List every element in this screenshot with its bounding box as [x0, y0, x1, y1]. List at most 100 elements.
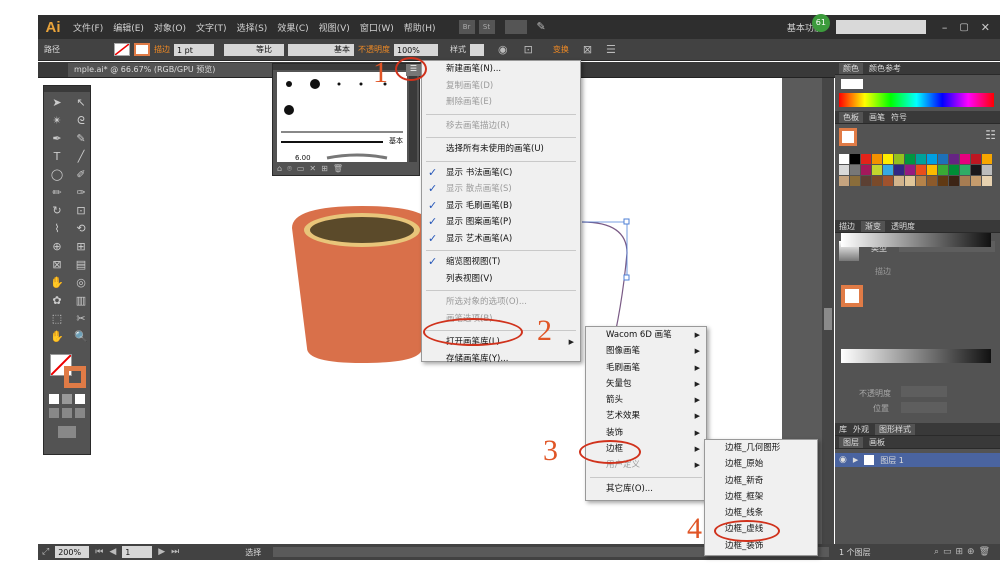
type-tool-icon[interactable]: T [48, 149, 66, 165]
flyout-menu-item[interactable]: 列表视图(V) [422, 271, 580, 288]
curvature-tool-icon[interactable]: ✎ [72, 131, 90, 147]
library-menu-item[interactable]: 图像画笔 ▶ [586, 343, 706, 359]
menu-item[interactable]: 帮助(H) [399, 21, 441, 34]
flyout-menu-item[interactable]: 新建画笔(N)... [422, 61, 580, 78]
color-swatch[interactable] [894, 176, 904, 186]
tab-color-guide[interactable]: 颜色参考 [869, 63, 901, 74]
blob-brush-tool-icon[interactable]: ✑ [72, 185, 90, 201]
color-swatch[interactable] [982, 176, 992, 186]
brush-definition-select[interactable]: 基本 [288, 43, 354, 56]
border-menu-item[interactable]: 边框_线条 [705, 505, 817, 521]
library-menu-item[interactable]: 箭头 ▶ [586, 392, 706, 408]
color-swatch[interactable] [905, 176, 915, 186]
artboard-number-input[interactable]: 1 [122, 546, 153, 558]
flyout-menu-item[interactable]: ✓ 缩览图视图(T) [422, 254, 580, 271]
border-menu-item[interactable]: 边框_原始 [705, 456, 817, 472]
recolor-icon[interactable]: ◉ [498, 43, 508, 56]
color-swatch[interactable] [916, 176, 926, 186]
color-swatch[interactable] [938, 176, 948, 186]
brush-panel-footer-icons[interactable]: ⌂⌾▭✕⊞🗑 [277, 164, 348, 174]
maximize-icon[interactable]: ▢ [959, 22, 968, 33]
width-tool-icon[interactable]: ⌇ [48, 221, 66, 237]
pen-tool-icon[interactable]: ✒ [48, 131, 66, 147]
bridge-button[interactable]: Br [458, 20, 475, 34]
color-swatch[interactable] [872, 154, 882, 164]
color-swatch[interactable] [960, 165, 970, 175]
menu-item[interactable]: 文件(F) [68, 21, 108, 34]
color-swatch[interactable] [850, 176, 860, 186]
color-swatch[interactable] [960, 154, 970, 164]
color-swatch[interactable] [982, 165, 992, 175]
library-menu-item[interactable]: 装饰 ▶ [586, 425, 706, 441]
color-swatch[interactable] [982, 154, 992, 164]
color-swatch[interactable] [861, 176, 871, 186]
direct-selection-tool-icon[interactable]: ↖ [72, 95, 90, 111]
scale-tool-icon[interactable]: ⊡ [72, 203, 90, 219]
panel-menu-icon[interactable]: ☰ [606, 43, 616, 56]
eye-icon[interactable]: ◉ [839, 455, 847, 465]
tab-gradient[interactable]: 渐变 [861, 220, 885, 232]
stroke-label[interactable]: 描边 [154, 44, 170, 55]
none-mode-button[interactable] [75, 394, 85, 404]
rotate-tool-icon[interactable]: ↻ [48, 203, 66, 219]
tab-brushes[interactable]: 画笔 [869, 112, 885, 123]
perspective-grid-tool-icon[interactable]: ⊞ [72, 239, 90, 255]
color-swatch[interactable] [894, 154, 904, 164]
paintbrush-tool-icon[interactable]: ✐ [72, 167, 90, 183]
color-spectrum[interactable] [839, 93, 994, 107]
current-tool-status[interactable]: 选择 [245, 547, 261, 558]
isolate-icon[interactable]: ⊠ [583, 43, 592, 56]
menu-item[interactable]: 视图(V) [314, 21, 355, 34]
eyedropper-tool-icon[interactable]: ✋ [48, 275, 66, 291]
selection-tool-icon[interactable]: ➤ [48, 95, 66, 111]
menu-item[interactable]: 对象(O) [149, 21, 191, 34]
stock-button[interactable]: St [478, 20, 495, 34]
arrange-documents-button[interactable] [504, 20, 527, 34]
graphic-style-select[interactable] [470, 43, 484, 56]
document-tab[interactable]: mple.ai* @ 66.67% (RGB/GPU 预览) [68, 63, 298, 77]
color-mode-button[interactable] [49, 394, 59, 404]
zoom-level-input[interactable]: 200% [55, 546, 90, 558]
first-artboard-icon[interactable]: ⏮ [95, 547, 103, 557]
color-swatch[interactable] [971, 176, 981, 186]
ellipse-tool-icon[interactable]: ◯ [48, 167, 66, 183]
opacity-label[interactable]: 不透明度 [358, 44, 390, 55]
color-swatch[interactable] [861, 165, 871, 175]
tab-layers[interactable]: 图层 [839, 436, 863, 448]
color-swatch[interactable] [916, 165, 926, 175]
prev-artboard-icon[interactable]: ◀ [109, 547, 116, 557]
color-swatch[interactable] [872, 165, 882, 175]
color-swatch[interactable] [949, 176, 959, 186]
color-swatch[interactable] [905, 154, 915, 164]
brush-list-scrollbar[interactable] [409, 72, 417, 162]
flyout-menu-item[interactable]: ✓ 显示 图案画笔(P) [422, 214, 580, 231]
color-swatch[interactable] [861, 154, 871, 164]
line-tool-icon[interactable]: ╱ [72, 149, 90, 165]
menu-item[interactable]: 效果(C) [272, 21, 313, 34]
brush-tool-icon[interactable]: ✎ [537, 20, 551, 34]
shape-builder-tool-icon[interactable]: ⊕ [48, 239, 66, 255]
lasso-tool-icon[interactable]: ᘓ [72, 113, 90, 129]
hand-tool-icon[interactable]: ✋ [48, 329, 66, 345]
library-menu-item[interactable]: 其它库(O)... [586, 481, 706, 497]
color-swatch[interactable] [971, 154, 981, 164]
color-swatch[interactable] [894, 165, 904, 175]
brush-item[interactable] [284, 105, 294, 115]
tab-graphic-styles[interactable]: 图形样式 [875, 423, 915, 435]
color-swatch[interactable] [916, 154, 926, 164]
color-none-swatch[interactable] [841, 79, 863, 89]
brush-item[interactable] [310, 79, 320, 89]
color-swatch[interactable] [883, 176, 893, 186]
color-swatch[interactable] [949, 154, 959, 164]
next-artboard-icon[interactable]: ▶ [158, 547, 165, 557]
last-artboard-icon[interactable]: ⏭ [171, 547, 179, 557]
free-transform-tool-icon[interactable]: ⟲ [72, 221, 90, 237]
help-search-input[interactable] [835, 20, 926, 34]
tab-stroke[interactable]: 描边 [839, 221, 855, 232]
gradient-mode-button[interactable] [62, 394, 72, 404]
tab-symbols[interactable]: 符号 [891, 112, 907, 123]
column-graph-tool-icon[interactable]: ▥ [72, 293, 90, 309]
slice-tool-icon[interactable]: ✂ [72, 311, 90, 327]
artboard-nav-icon[interactable]: ⤢ [42, 547, 49, 557]
color-swatch[interactable] [971, 165, 981, 175]
